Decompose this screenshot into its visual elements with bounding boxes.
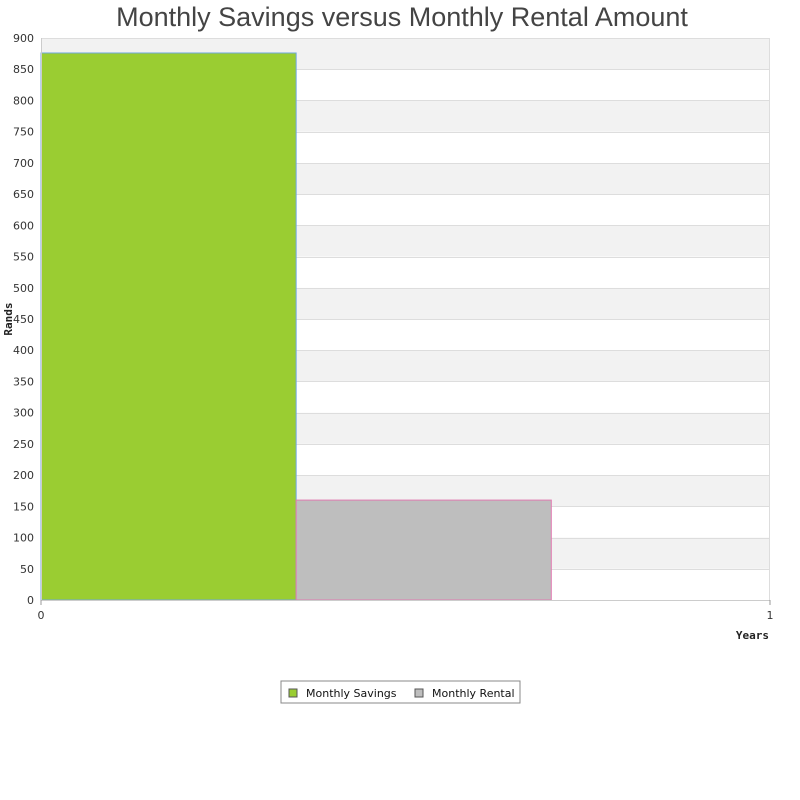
y-tick-label: 350 [13, 375, 34, 388]
y-tick-label: 50 [20, 563, 34, 576]
y-tick-label: 600 [13, 219, 34, 232]
y-tick-label: 900 [13, 32, 34, 45]
bar-monthly-rental [295, 499, 552, 601]
legend-label: Monthly Rental [432, 687, 515, 700]
y-tick-label: 450 [13, 313, 34, 326]
x-tick-label: 1 [767, 609, 774, 622]
y-tick-label: 750 [13, 126, 34, 139]
x-tick-label: 0 [38, 609, 45, 622]
x-axis-ticks: 01 [38, 600, 774, 622]
y-tick-label: 550 [13, 251, 34, 264]
y-tick-label: 200 [13, 469, 34, 482]
y-tick-label: 650 [13, 188, 34, 201]
chart-title: Monthly Savings versus Monthly Rental Am… [116, 2, 688, 32]
y-tick-label: 850 [13, 63, 34, 76]
x-axis-label: Years [736, 629, 769, 642]
legend: Monthly Savings Monthly Rental [280, 680, 521, 704]
legend-swatch [288, 688, 298, 698]
legend-swatch [414, 688, 424, 698]
y-tick-label: 800 [13, 94, 34, 107]
y-axis-ticks: 0 50 100 150 200 250 300 350 400 450 500 550 600 650 7… [13, 32, 34, 607]
y-tick-label: 250 [13, 438, 34, 451]
bar-monthly-savings [40, 52, 297, 601]
y-tick-label: 150 [13, 500, 34, 513]
y-tick-label: 0 [27, 594, 34, 607]
y-tick-label: 700 [13, 157, 34, 170]
y-tick-label: 300 [13, 407, 34, 420]
y-axis-label: Rands [2, 302, 15, 335]
legend-label: Monthly Savings [306, 687, 397, 700]
y-tick-label: 500 [13, 282, 34, 295]
y-tick-label: 400 [13, 344, 34, 357]
y-tick-label: 100 [13, 532, 34, 545]
legend-item: Monthly Savings [288, 687, 397, 700]
chart: Monthly Savings versus Monthly Rental Am… [2, 2, 774, 704]
